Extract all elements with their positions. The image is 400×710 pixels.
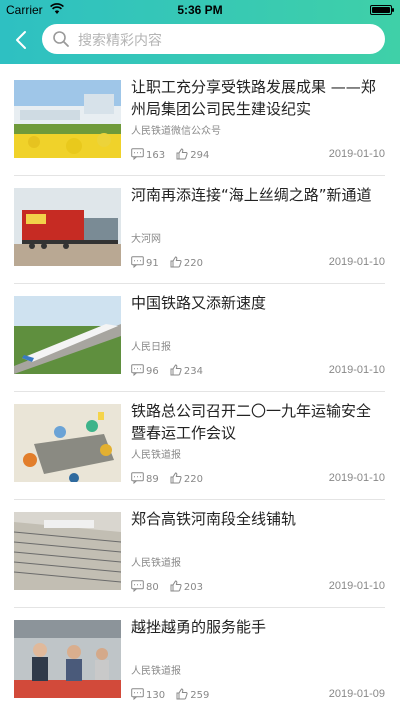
comment-count: 96 xyxy=(146,366,159,377)
thumbs-up-icon xyxy=(170,256,182,268)
search-placeholder: 搜索精彩内容 xyxy=(78,33,162,49)
status-time: 5:36 PM xyxy=(177,3,223,17)
article-date: 2019-01-10 xyxy=(328,148,385,160)
article-date: 2019-01-10 xyxy=(328,472,385,484)
article-title: 中国铁路又添新速度 xyxy=(131,294,267,312)
article-thumbnail xyxy=(14,80,121,158)
article-meta: 89 220 2019-01-10 xyxy=(131,472,385,486)
comment-count: 163 xyxy=(146,150,166,161)
comment-count: 80 xyxy=(146,582,159,593)
article-thumbnail xyxy=(14,404,121,482)
search-icon xyxy=(53,31,69,47)
article-title: 河南再添连接“海上丝绸之路”新通道 xyxy=(131,186,372,204)
battery-icon xyxy=(370,5,394,15)
article-date: 2019-01-10 xyxy=(328,580,385,592)
comment-count: 89 xyxy=(146,474,159,485)
list-item[interactable]: 河南再添连接“海上丝绸之路”新通道 大河网 91 220 2019-01-10 xyxy=(14,176,385,284)
thumbs-up-icon xyxy=(176,148,188,160)
article-meta: 80 203 2019-01-10 xyxy=(131,580,385,594)
article-meta: 163 294 2019-01-10 xyxy=(131,148,385,162)
thumbs-up-icon xyxy=(170,580,182,592)
article-thumbnail xyxy=(14,620,121,698)
article-title: 让职工充分享受铁路发展成果 ——郑州局集团公司民生建设纪实 xyxy=(131,78,376,118)
list-item[interactable]: 郑合高铁河南段全线铺轨 人民铁道报 80 203 2019-01-10 xyxy=(14,500,385,608)
article-title: 郑合高铁河南段全线铺轨 xyxy=(131,510,297,528)
thumbs-up-icon xyxy=(176,688,188,700)
article-title: 铁路总公司召开二〇一九年运输安全暨春运工作会议 xyxy=(131,402,372,442)
comment-icon xyxy=(131,364,144,376)
like-count: 220 xyxy=(183,258,204,269)
like-count: 203 xyxy=(183,582,204,593)
thumbs-up-icon xyxy=(170,472,182,484)
article-date: 2019-01-10 xyxy=(328,364,385,376)
status-bar: Carrier 5:36 PM xyxy=(0,0,400,20)
search-input[interactable]: 搜索精彩内容 xyxy=(42,24,385,54)
article-date: 2019-01-10 xyxy=(328,256,385,268)
article-source: 人民铁道报 xyxy=(131,558,181,569)
article-source: 人民铁道报 xyxy=(131,450,181,461)
comment-icon xyxy=(131,688,144,700)
like-count: 294 xyxy=(190,150,210,161)
like-count: 234 xyxy=(183,366,204,377)
list-item[interactable]: 越挫越勇的服务能手 人民铁道报 130 259 2019-01-09 xyxy=(14,608,385,710)
like-count: 220 xyxy=(183,474,204,485)
article-meta: 130 259 2019-01-09 xyxy=(131,688,385,702)
list-item[interactable]: 铁路总公司召开二〇一九年运输安全暨春运工作会议 人民铁道报 89 220 201… xyxy=(14,392,385,500)
thumbs-up-icon xyxy=(170,364,182,376)
comment-count: 91 xyxy=(146,258,159,269)
article-meta: 91 220 2019-01-10 xyxy=(131,256,385,270)
chevron-left-icon[interactable] xyxy=(10,26,34,54)
like-count: 259 xyxy=(190,690,210,701)
article-thumbnail xyxy=(14,512,121,590)
comment-icon xyxy=(131,580,144,592)
list-item[interactable]: 让职工充分享受铁路发展成果 ——郑州局集团公司民生建设纪实 人民铁道微信公众号 … xyxy=(14,68,385,176)
comment-icon xyxy=(131,472,144,484)
list-item[interactable]: 中国铁路又添新速度 人民日报 96 234 2019-01-10 xyxy=(14,284,385,392)
article-thumbnail xyxy=(14,188,121,266)
article-title: 越挫越勇的服务能手 xyxy=(131,618,267,636)
article-source: 人民日报 xyxy=(131,342,171,353)
article-source: 人民铁道报 xyxy=(131,666,181,677)
article-meta: 96 234 2019-01-10 xyxy=(131,364,385,378)
article-source: 人民铁道微信公众号 xyxy=(131,126,221,137)
comment-icon xyxy=(131,256,144,268)
comment-icon xyxy=(131,148,144,160)
article-thumbnail xyxy=(14,296,121,374)
article-source: 大河网 xyxy=(131,234,161,245)
article-date: 2019-01-09 xyxy=(328,688,385,700)
comment-count: 130 xyxy=(146,690,166,701)
nav-header: Carrier 5:36 PM 搜索精彩内容 xyxy=(0,0,400,64)
